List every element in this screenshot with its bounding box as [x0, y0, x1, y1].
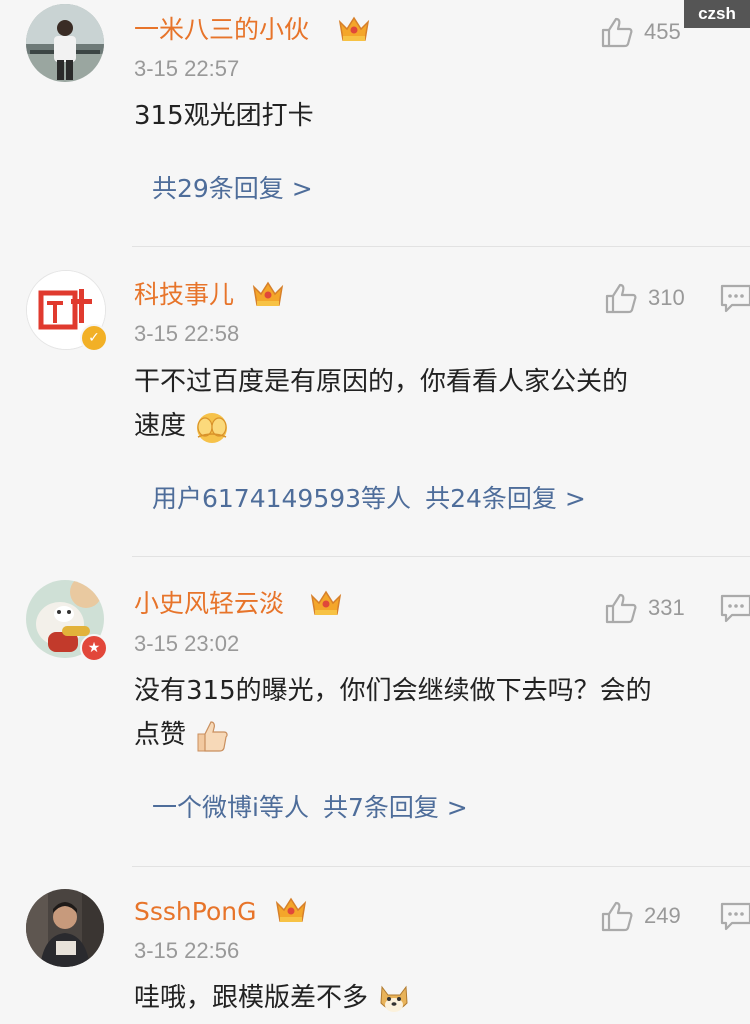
- username[interactable]: 科技事儿: [134, 279, 234, 311]
- like-count: 331: [648, 595, 685, 620]
- reply-summary-link[interactable]: 一个微博i等人 共7条回复 >: [152, 792, 482, 824]
- crown-icon: [252, 281, 284, 306]
- thumbs-up-outline-icon: [605, 593, 637, 624]
- reply-users[interactable]: 用户6174149593等人: [152, 484, 411, 513]
- thumbs-up-outline-icon: [605, 283, 637, 314]
- thumbs-up-emoji: [197, 720, 228, 752]
- verified-badge-icon: ★: [80, 634, 108, 662]
- watermark: czsh: [684, 0, 750, 28]
- thumbs-up-outline-icon: [601, 901, 633, 932]
- comment-line: 哇哦，跟模版差不多: [134, 983, 369, 1013]
- comment-line: 315观光团打卡: [134, 101, 314, 131]
- crown-icon: [275, 897, 307, 922]
- comment-text: 干不过百度是有原因的，你看看人家公关的 速度: [134, 360, 734, 448]
- comment-line: 没有315的曝光，你们会继续做下去吗？会的: [134, 676, 652, 706]
- comment-time: 3-15 22:58: [134, 321, 240, 346]
- like-button[interactable]: 249: [600, 900, 681, 932]
- crown-icon: [338, 16, 370, 41]
- comment-text: 哇哦，跟模版差不多: [134, 976, 734, 1020]
- comment-time: 3-15 23:02: [134, 631, 240, 656]
- like-count: 455: [644, 19, 681, 44]
- comment-time: 3-15 22:56: [134, 938, 240, 963]
- like-count: 310: [648, 285, 685, 310]
- divider: [132, 246, 750, 247]
- crown-icon: [310, 590, 342, 615]
- thumbs-up-outline-icon: [601, 17, 633, 48]
- comment-line: 速度: [134, 411, 187, 441]
- like-button[interactable]: 331: [604, 592, 685, 624]
- comment-line: 干不过百度是有原因的，你看看人家公关的: [134, 367, 629, 397]
- pleading-face-emoji: [197, 412, 228, 443]
- username[interactable]: SsshPonG: [134, 896, 256, 928]
- doge-emoji: [380, 985, 408, 1012]
- divider: [132, 556, 750, 557]
- comment-line: 点赞: [134, 720, 187, 750]
- avatar[interactable]: [26, 889, 104, 967]
- divider: [132, 866, 750, 867]
- reply-summary-link[interactable]: 共29条回复 >: [152, 173, 327, 205]
- reply-count[interactable]: 共29条回复 >: [152, 174, 313, 203]
- comment-text: 315观光团打卡: [134, 94, 734, 138]
- username[interactable]: 小史风轻云淡: [134, 588, 284, 620]
- reply-summary-link[interactable]: 用户6174149593等人 共24条回复 >: [152, 483, 600, 515]
- comment-text: 没有315的曝光，你们会继续做下去吗？会的 点赞: [134, 669, 734, 757]
- like-button[interactable]: 310: [604, 282, 685, 314]
- avatar[interactable]: [26, 4, 104, 82]
- like-button[interactable]: 455: [600, 16, 681, 48]
- comment-bubble-icon[interactable]: [720, 901, 750, 931]
- username[interactable]: 一米八三的小伙: [134, 14, 309, 46]
- comment-bubble-icon[interactable]: [720, 593, 750, 623]
- reply-count[interactable]: 共24条回复 >: [425, 484, 586, 513]
- verified-badge-icon: ✓: [80, 324, 108, 352]
- comment-time: 3-15 22:57: [134, 56, 240, 81]
- reply-users[interactable]: 一个微博i等人: [152, 793, 309, 822]
- like-count: 249: [644, 903, 681, 928]
- reply-count[interactable]: 共7条回复 >: [323, 793, 468, 822]
- comment-bubble-icon[interactable]: [720, 283, 750, 313]
